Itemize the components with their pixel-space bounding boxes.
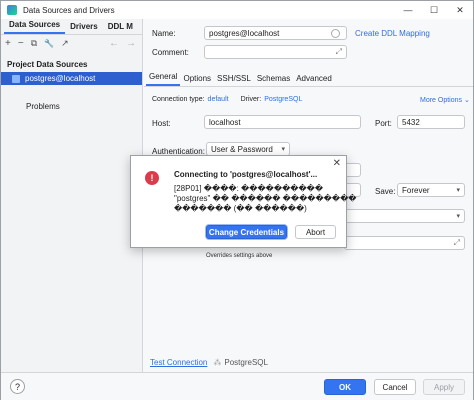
nav-arrows: ← → (109, 38, 142, 49)
host-label: Host: (152, 119, 171, 128)
datasource-label: postgres@localhost (25, 74, 96, 83)
url-input[interactable]: ⤢ (344, 236, 465, 250)
chevron-down-icon: ▾ (456, 187, 460, 194)
port-label: Port: (375, 119, 392, 128)
test-driver-label: PostgreSQL (224, 358, 268, 367)
window-controls: — ☐ ✕ (395, 1, 473, 19)
save-select[interactable]: Forever ▾ (397, 183, 465, 197)
error-icon: ! (145, 171, 159, 185)
cancel-button[interactable]: Cancel (374, 379, 416, 395)
project-data-sources-heading: Project Data Sources (7, 60, 88, 69)
wrench-icon[interactable]: 🔧 (44, 39, 54, 48)
connection-type-value[interactable]: default (208, 96, 229, 103)
tab-advanced[interactable]: Advanced (293, 74, 335, 86)
postgresql-icon (12, 74, 20, 83)
bottom-bar: ? OK Cancel Apply (1, 372, 473, 400)
comment-input[interactable]: ⤢ (204, 45, 347, 59)
expand-icon[interactable]: ⤢ (454, 238, 460, 248)
tab-data-sources[interactable]: Data Sources (4, 20, 66, 34)
connection-type-row: Connection type: default Driver: Postgre… (152, 96, 302, 103)
test-connection-row: Test Connection ⁂ PostgreSQL (150, 358, 268, 367)
name-value: postgres@localhost (209, 28, 280, 38)
apply-button[interactable]: Apply (423, 379, 465, 395)
driver-value[interactable]: PostgreSQL (264, 96, 302, 103)
connection-type-label: Connection type: (152, 96, 205, 103)
database-select[interactable]: ▾ (344, 209, 465, 223)
tab-ddl-mappings[interactable]: DDL M (103, 22, 138, 34)
test-connection-link[interactable]: Test Connection (150, 358, 207, 367)
close-icon[interactable]: ✕ (333, 158, 341, 169)
save-value: Forever (402, 185, 430, 195)
add-icon[interactable]: + (5, 38, 11, 49)
ok-button[interactable]: OK (324, 379, 366, 395)
jump-to-icon[interactable]: ↗ (61, 38, 69, 49)
authentication-value: User & Password (211, 144, 273, 154)
overrides-note: Overrides settings above (206, 253, 273, 259)
settings-tabs: General Options SSH/SSL Schemas Advanced (144, 71, 473, 87)
copy-icon[interactable]: ⧉ (31, 38, 37, 49)
expand-icon[interactable]: ⤢ (336, 47, 342, 57)
comment-label: Comment: (152, 48, 189, 57)
data-sources-window: Data Sources and Drivers — ☐ ✕ Data Sour… (0, 0, 474, 400)
window-title: Data Sources and Drivers (23, 5, 115, 15)
left-toolbar: + − ⧉ 🔧 ↗ ← → (1, 35, 142, 51)
chevron-down-icon: ▾ (281, 146, 285, 153)
tab-schemas[interactable]: Schemas (254, 74, 293, 86)
message-line: "postgres" �� ������ ��������� (174, 194, 357, 203)
dialog-message: [28P01] ����: ���������� "postgres" �� �… (174, 184, 357, 214)
change-credentials-button[interactable]: Change Credentials (206, 225, 287, 239)
more-options-link[interactable]: More Options ⌄ (420, 96, 470, 104)
problems-item[interactable]: Problems (1, 85, 142, 111)
maximize-button[interactable]: ☐ (421, 1, 447, 19)
chevron-down-icon: ⌄ (463, 97, 470, 104)
datasource-item[interactable]: postgres@localhost (1, 72, 142, 85)
create-ddl-mapping-link[interactable]: Create DDL Mapping (355, 29, 430, 38)
port-input[interactable]: 5432 (397, 115, 465, 129)
left-pane: Data Sources Drivers DDL M + − ⧉ 🔧 ↗ ← →… (1, 19, 143, 372)
title-bar: Data Sources and Drivers — ☐ ✕ (1, 1, 473, 19)
tab-ssh-ssl[interactable]: SSH/SSL (214, 74, 254, 86)
authentication-select[interactable]: User & Password ▾ (206, 142, 290, 156)
chevron-down-icon: ▾ (456, 213, 460, 220)
minimize-button[interactable]: — (395, 1, 421, 19)
remove-icon[interactable]: − (18, 38, 24, 49)
tab-options[interactable]: Options (180, 74, 214, 86)
dialog-title: Connecting to 'postgres@localhost'... (174, 170, 318, 179)
tab-drivers[interactable]: Drivers (65, 22, 103, 34)
left-tabs: Data Sources Drivers DDL M (1, 19, 142, 35)
more-options-label: More Options (420, 97, 463, 104)
help-button[interactable]: ? (10, 379, 25, 394)
driver-label: Driver: (240, 96, 262, 103)
back-arrow-icon[interactable]: ← (109, 38, 119, 49)
connection-error-dialog: ✕ ! Connecting to 'postgres@localhost'..… (130, 155, 357, 248)
name-input[interactable]: postgres@localhost (204, 26, 347, 40)
name-label: Name: (152, 29, 176, 38)
message-line: [28P01] ����: ���������� (174, 184, 324, 193)
app-icon (7, 5, 17, 15)
message-line: ������� (�� ������) (174, 204, 307, 213)
spinner-icon: ⁂ (213, 358, 222, 367)
tab-general[interactable]: General (146, 72, 181, 86)
save-label: Save: (375, 187, 396, 196)
close-window-button[interactable]: ✕ (447, 1, 473, 19)
forward-arrow-icon[interactable]: → (126, 38, 136, 49)
host-input[interactable]: localhost (204, 115, 361, 129)
abort-button[interactable]: Abort (295, 225, 336, 239)
status-circle-icon (331, 29, 340, 38)
